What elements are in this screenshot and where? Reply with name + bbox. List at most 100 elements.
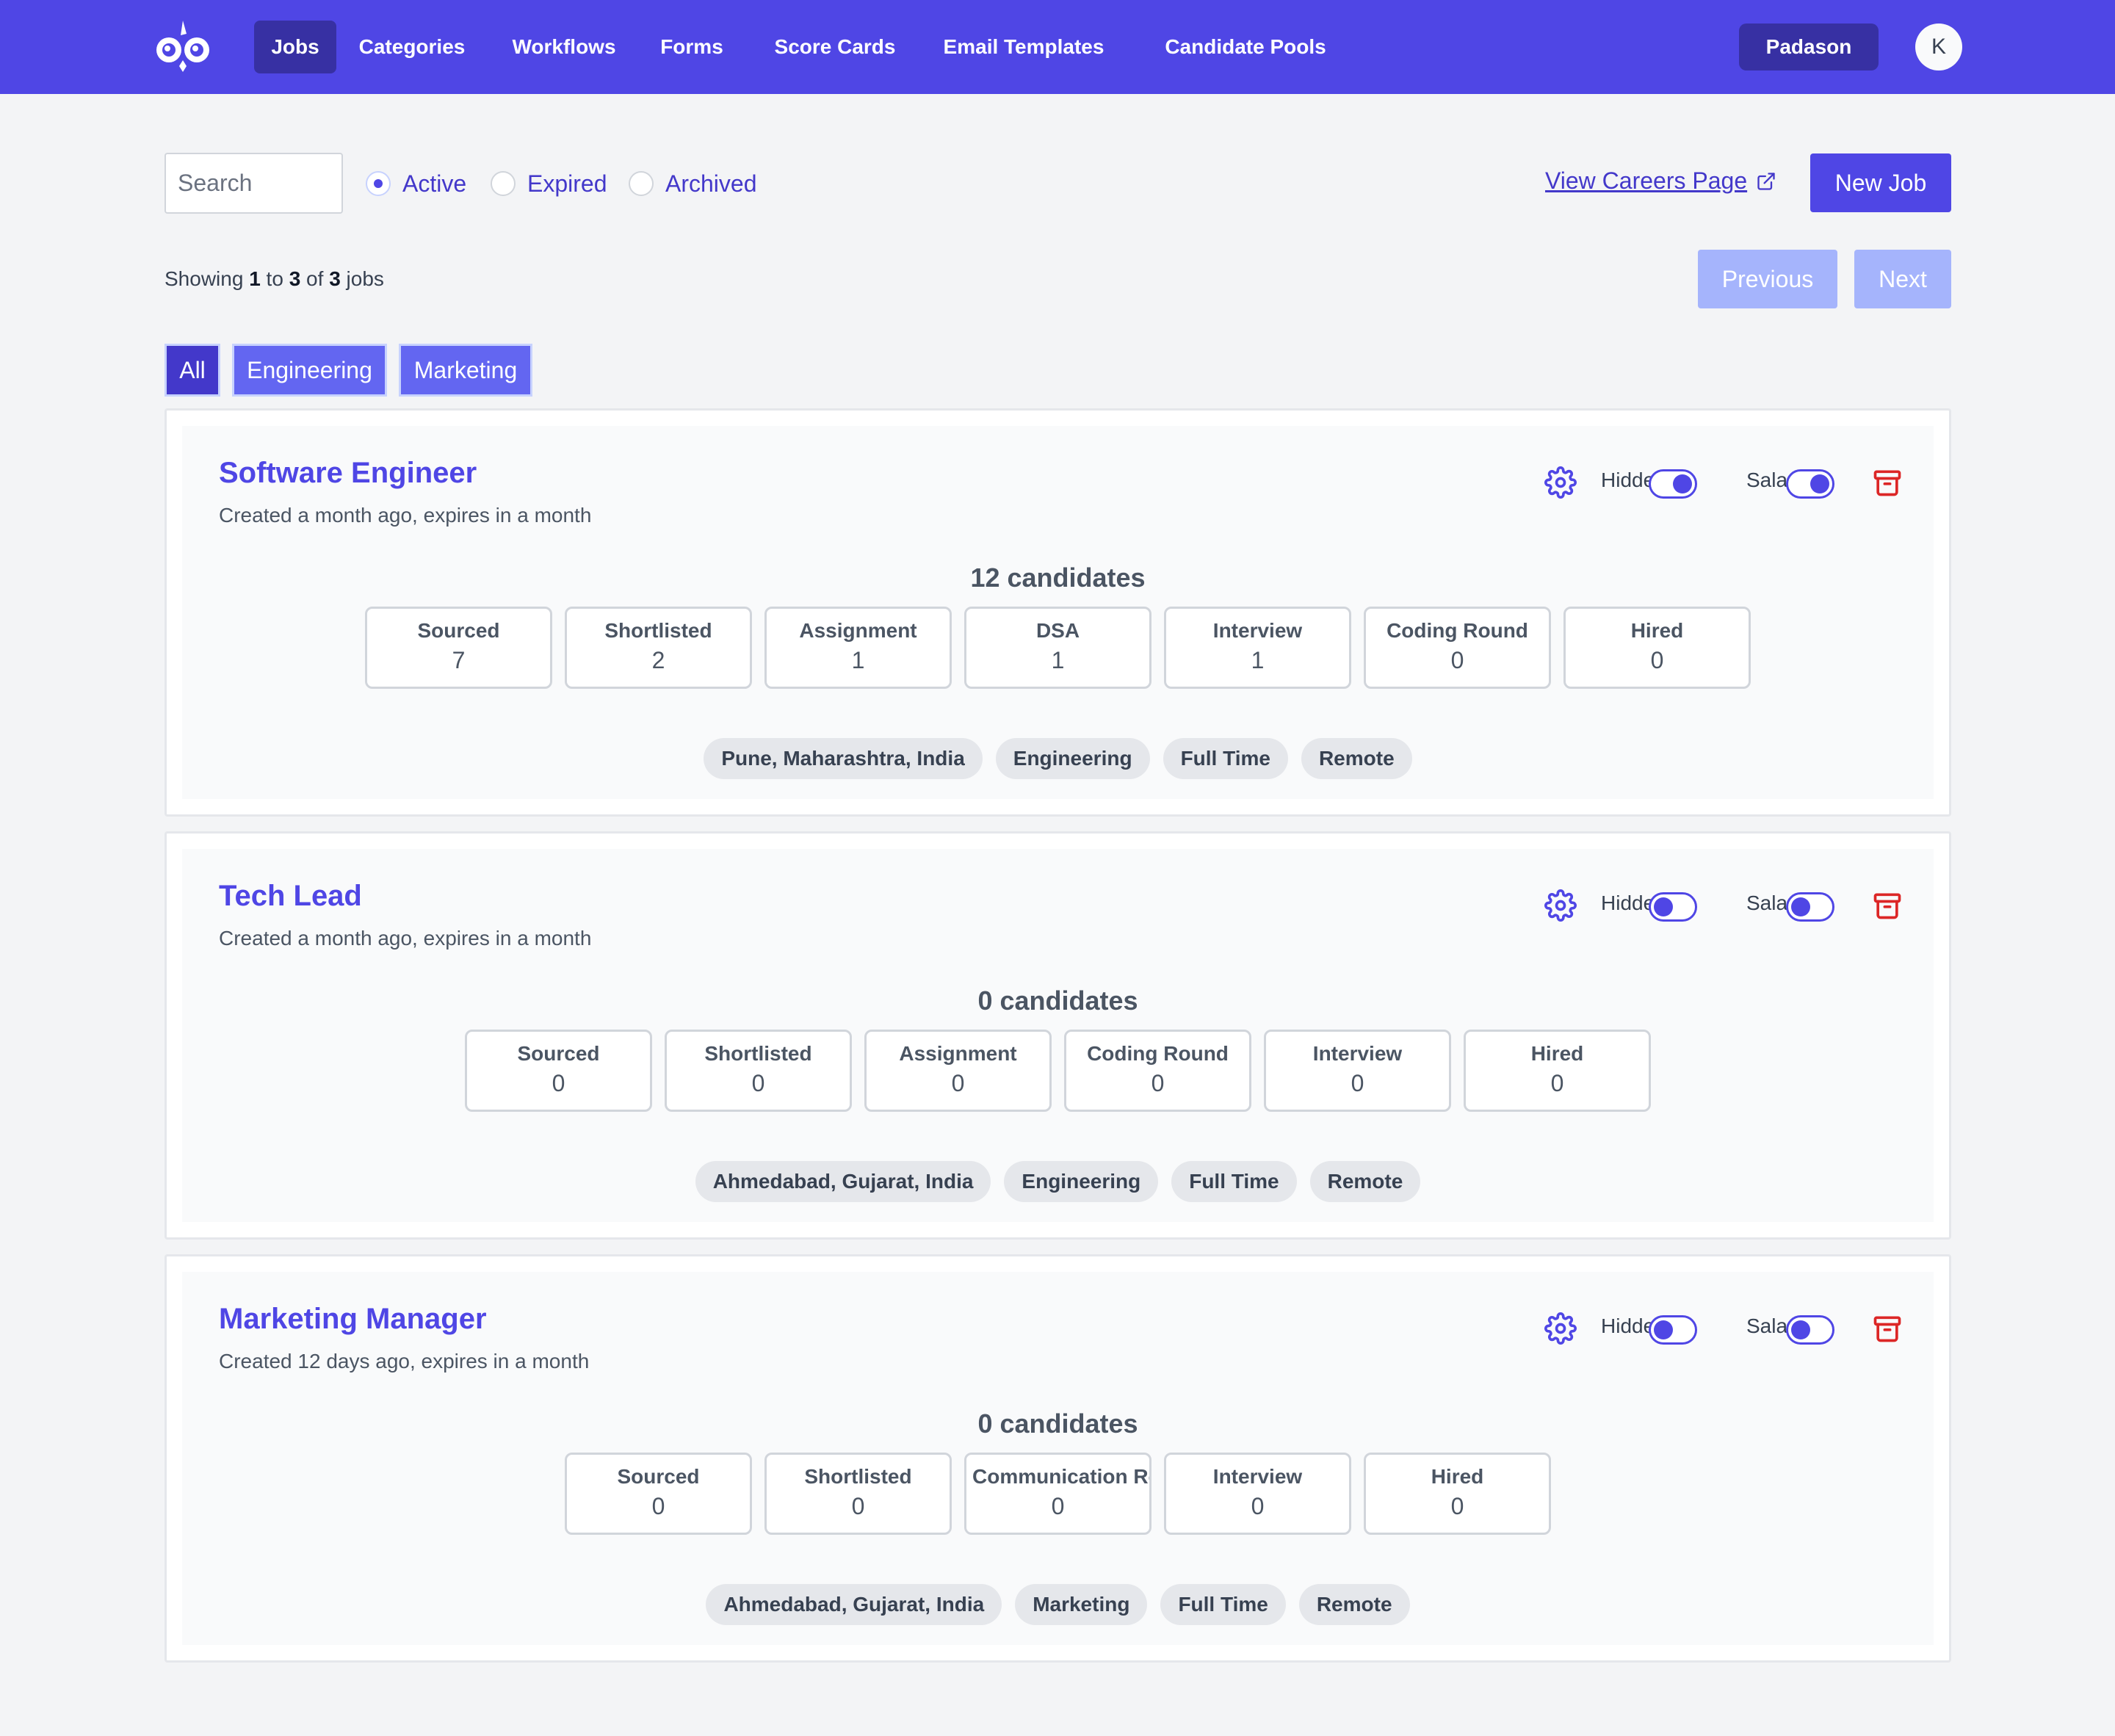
view-careers-page-link[interactable]: View Careers Page	[1545, 167, 1776, 195]
stage-name: Hired	[1431, 1465, 1484, 1488]
stage-box[interactable]: Shortlisted 2	[565, 607, 752, 689]
status-filter-expired[interactable]: Expired	[491, 169, 607, 198]
stage-count: 0	[1450, 647, 1464, 673]
radio-button[interactable]	[629, 171, 654, 196]
owl-logo-icon[interactable]	[151, 19, 219, 73]
job-card-body: Software Engineer Created a month ago, ex…	[182, 426, 1934, 799]
stage-count: 0	[1550, 1070, 1564, 1096]
hidden-toggle[interactable]	[1649, 892, 1697, 922]
range-of-word: of	[306, 267, 324, 290]
salary-toggle[interactable]	[1786, 469, 1834, 499]
archive-icon[interactable]	[1871, 466, 1904, 499]
salary-toggle[interactable]	[1786, 892, 1834, 922]
toggle-knob	[1791, 1320, 1810, 1339]
stage-box[interactable]: Interview 1	[1164, 607, 1351, 689]
nav-item-jobs[interactable]: Jobs	[254, 21, 336, 73]
careers-link-label: View Careers Page	[1545, 167, 1748, 194]
stage-box[interactable]: Sourced 0	[565, 1453, 752, 1535]
stage-count: 0	[1051, 1493, 1065, 1519]
radio-label: Expired	[527, 170, 607, 197]
nav-item-email-templates[interactable]: Email Templates	[925, 21, 1123, 73]
job-tag: Full Time	[1171, 1161, 1297, 1202]
previous-page-button[interactable]: Previous	[1698, 250, 1837, 308]
stage-box[interactable]: Interview 0	[1164, 1453, 1351, 1535]
stage-name: Shortlisted	[804, 1465, 912, 1488]
stage-box[interactable]: Shortlisted 0	[665, 1030, 852, 1112]
nav-item-workflows[interactable]: Workflows	[502, 21, 626, 73]
hidden-toggle[interactable]	[1649, 469, 1697, 499]
job-tags: Ahmedabad, Gujarat, India Engineering Full…	[182, 1161, 1934, 1202]
stage-name: Sourced	[417, 619, 500, 642]
stage-box[interactable]: DSA 1	[964, 607, 1152, 689]
job-card: Software Engineer Created a month ago, ex…	[164, 408, 1951, 817]
job-tag: Marketing	[1015, 1584, 1148, 1625]
job-card-body: Tech Lead Created a month ago, expires in…	[182, 849, 1934, 1222]
job-tag: Full Time	[1163, 738, 1288, 779]
archive-icon[interactable]	[1871, 1312, 1904, 1345]
gear-icon[interactable]	[1544, 1312, 1577, 1345]
job-tag: Pune, Maharashtra, India	[704, 738, 983, 779]
org-switcher-button[interactable]: Padason	[1739, 23, 1879, 70]
stage-box[interactable]: Sourced 0	[465, 1030, 652, 1112]
next-page-button[interactable]: Next	[1854, 250, 1951, 308]
job-tag: Ahmedabad, Gujarat, India	[695, 1161, 991, 1202]
status-filter-archived[interactable]: Archived	[629, 169, 757, 198]
user-avatar[interactable]: K	[1915, 23, 1962, 70]
job-title[interactable]: Marketing Manager	[219, 1303, 487, 1336]
showing-prefix: Showing	[164, 267, 244, 290]
nav-item-candidate-pools[interactable]: Candidate Pools	[1129, 21, 1362, 73]
gear-icon[interactable]	[1544, 466, 1577, 499]
job-dates: Created 12 days ago, expires in a month	[219, 1350, 590, 1372]
results-summary: Showing 1 to 3 of 3 jobs	[164, 267, 384, 291]
job-card-body: Marketing Manager Created 12 days ago, ex…	[182, 1272, 1934, 1645]
toggle-knob	[1654, 1320, 1673, 1339]
stage-box[interactable]: Hired 0	[1464, 1030, 1651, 1112]
nav-item-score-cards[interactable]: Score Cards	[759, 21, 911, 73]
search-input[interactable]	[164, 153, 343, 214]
stage-box[interactable]: Interview 0	[1264, 1030, 1451, 1112]
stage-count: 7	[452, 647, 466, 673]
stage-box[interactable]: Shortlisted 0	[764, 1453, 952, 1535]
stage-name: Assignment	[899, 1042, 1017, 1065]
radio-button[interactable]	[491, 171, 516, 196]
stage-box[interactable]: Sourced 7	[365, 607, 552, 689]
radio-label: Archived	[665, 170, 757, 197]
stage-name: Interview	[1312, 1042, 1403, 1065]
job-tags: Ahmedabad, Gujarat, India Marketing Full T…	[182, 1584, 1934, 1625]
nav-item-forms[interactable]: Forms	[650, 21, 734, 73]
stage-box[interactable]: Assignment 1	[764, 607, 952, 689]
category-filter-engineering[interactable]: Engineering	[232, 344, 387, 397]
stage-count: 0	[1650, 647, 1664, 673]
radio-button[interactable]	[366, 171, 391, 196]
stage-box[interactable]: Hired 0	[1364, 1453, 1551, 1535]
new-job-button[interactable]: New Job	[1810, 153, 1951, 212]
archive-icon[interactable]	[1871, 889, 1904, 922]
stage-count: 0	[1450, 1493, 1464, 1519]
stage-name: Interview	[1212, 619, 1303, 642]
stage-box[interactable]: Assignment 0	[864, 1030, 1052, 1112]
stage-name: Sourced	[517, 1042, 600, 1065]
toggle-knob	[1673, 474, 1692, 493]
stage-name: Sourced	[617, 1465, 700, 1488]
pipeline-stages: Sourced 0 Shortlisted 0 Communication Round 0…	[182, 1453, 1934, 1535]
job-dates: Created a month ago, expires in a month	[219, 504, 592, 527]
stage-box[interactable]: Coding Round 0	[1364, 607, 1551, 689]
status-filter-active[interactable]: Active	[366, 169, 466, 198]
gear-icon[interactable]	[1544, 889, 1577, 922]
job-title[interactable]: Tech Lead	[219, 880, 362, 913]
stage-box[interactable]: Coding Round 0	[1064, 1030, 1251, 1112]
job-tag: Ahmedabad, Gujarat, India	[706, 1584, 1002, 1625]
salary-toggle[interactable]	[1786, 1315, 1834, 1345]
category-filter-all[interactable]: All	[164, 344, 220, 397]
stage-box[interactable]: Communication Round 0	[964, 1453, 1152, 1535]
category-filter-marketing[interactable]: Marketing	[399, 344, 532, 397]
job-title[interactable]: Software Engineer	[219, 457, 477, 490]
job-card: Marketing Manager Created 12 days ago, ex…	[164, 1254, 1951, 1663]
range-to-word: to	[266, 267, 283, 290]
stage-name: Assignment	[799, 619, 917, 642]
nav-item-categories[interactable]: Categories	[348, 21, 476, 73]
hidden-toggle[interactable]	[1649, 1315, 1697, 1345]
stage-box[interactable]: Hired 0	[1563, 607, 1751, 689]
stage-count: 0	[651, 1493, 665, 1519]
job-tag: Engineering	[995, 738, 1150, 779]
